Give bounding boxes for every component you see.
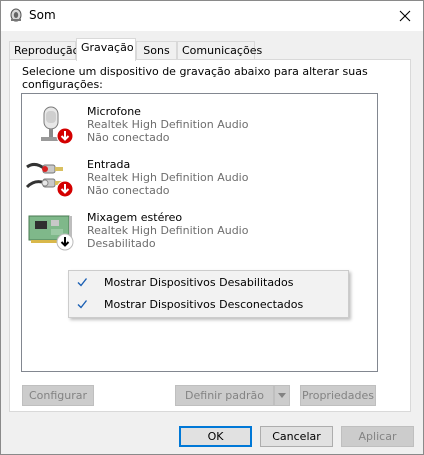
set-default-button[interactable]: Definir padrão (175, 385, 274, 406)
cancel-button[interactable]: Cancelar (260, 426, 333, 447)
instructions-text: Selecione um dispositivo de gravação aba… (22, 65, 368, 91)
title-bar (1, 1, 423, 31)
tab-reproducao[interactable]: Reprodução (9, 41, 79, 59)
device-status: Não conectado (87, 131, 170, 144)
device-name: Entrada (87, 158, 131, 171)
device-driver: Realtek High Definition Audio (87, 224, 249, 237)
device-status: Desabilitado (87, 237, 156, 250)
red-down-arrow-icon (56, 180, 74, 198)
device-driver: Realtek High Definition Audio (87, 171, 249, 184)
checkmark-icon (76, 298, 88, 310)
close-icon (399, 10, 411, 22)
black-down-arrow-icon (56, 233, 74, 251)
context-menu: Mostrar Dispositivos Desabilitados Mostr… (68, 270, 349, 318)
tab-comunicacoes[interactable]: Comunicações (177, 41, 262, 59)
speaker-icon (9, 8, 23, 22)
chevron-down-icon (278, 393, 286, 398)
window-title: Som (29, 8, 56, 22)
apply-button[interactable]: Aplicar (341, 426, 414, 447)
menu-item-show-disconnected[interactable]: Mostrar Dispositivos Desconectados (70, 295, 347, 316)
close-button[interactable] (388, 2, 422, 30)
menu-item-label: Mostrar Dispositivos Desabilitados (104, 276, 294, 289)
checkmark-icon (76, 276, 88, 288)
tab-sons[interactable]: Sons (136, 41, 177, 59)
device-name: Mixagem estéreo (87, 211, 183, 224)
device-status: Não conectado (87, 184, 170, 197)
set-default-dropdown-button[interactable] (274, 385, 290, 406)
device-name: Microfone (87, 105, 141, 118)
menu-item-label: Mostrar Dispositivos Desconectados (104, 298, 304, 311)
device-item-entrada[interactable]: Entrada Realtek High Definition Audio Nã… (25, 153, 365, 203)
red-down-arrow-icon (56, 127, 74, 145)
properties-button[interactable]: Propriedades (300, 385, 376, 406)
device-item-microfone[interactable]: Microfone Realtek High Definition Audio … (25, 100, 365, 150)
device-item-mixagem-estereo[interactable]: Mixagem estéreo Realtek High Definition … (25, 206, 365, 256)
tab-gravacao[interactable]: Gravação (76, 38, 136, 61)
configure-button[interactable]: Configurar (22, 385, 94, 406)
ok-button[interactable]: OK (179, 426, 252, 447)
menu-item-show-disabled[interactable]: Mostrar Dispositivos Desabilitados (70, 273, 347, 294)
device-driver: Realtek High Definition Audio (87, 118, 249, 131)
